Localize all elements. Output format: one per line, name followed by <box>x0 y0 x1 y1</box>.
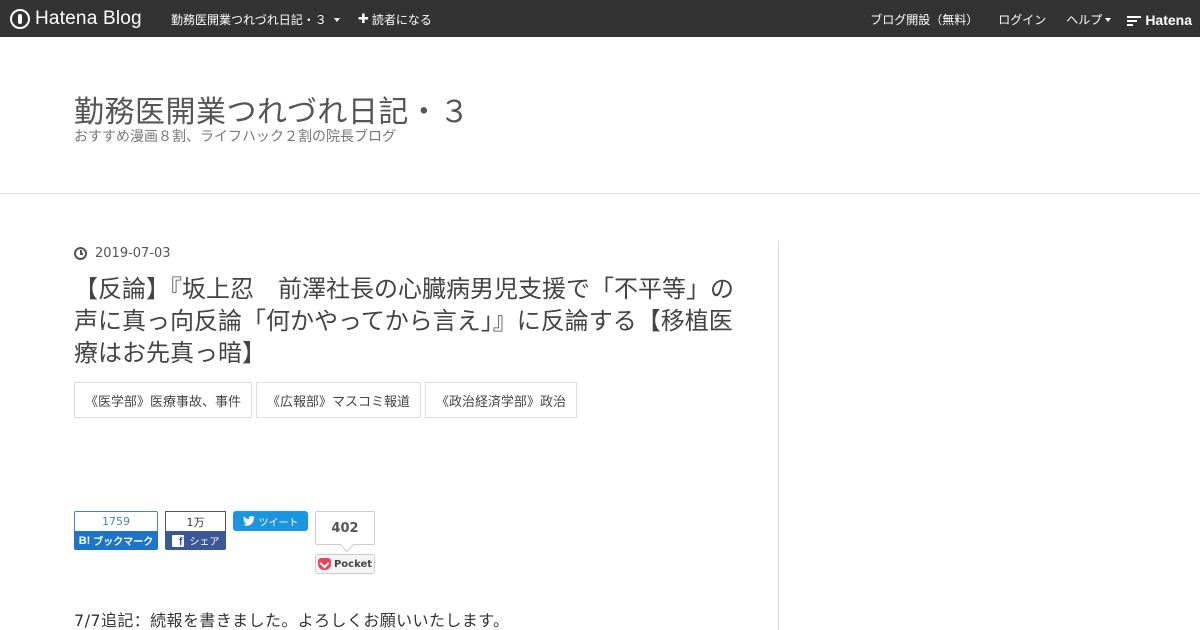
plus-icon: ✚ <box>358 11 369 27</box>
pocket-icon <box>317 558 331 570</box>
facebook-icon: f <box>171 534 184 547</box>
category-tag[interactable]: 《政治経済学部》政治 <box>425 382 578 418</box>
hatena-blog-logo-icon <box>10 8 30 29</box>
category-tag[interactable]: 《医学部》医療事故、事件 <box>74 382 253 418</box>
help-label: ヘルプ <box>1066 13 1103 27</box>
pocket-count: 402 <box>315 511 375 545</box>
blog-title[interactable]: 勤務医開業つれづれ日記・３ <box>74 87 470 131</box>
clock-icon <box>74 247 87 260</box>
hatena-link[interactable]: Hatena <box>1127 12 1192 28</box>
subscribe-label: 読者になる <box>371 13 432 27</box>
subscribe-button[interactable]: ✚ 読者になる <box>358 11 432 28</box>
hatena-bookmark-label-box: B! ブックマーク <box>74 531 158 550</box>
sidebar-divider <box>778 241 779 630</box>
share-buttons: 1759 B! ブックマーク 1万 f シェア ツイート 402 Pocket <box>74 511 394 575</box>
logo-text: Hatena Blog <box>35 7 142 29</box>
entry-date-label: 2019-07-03 <box>95 246 171 261</box>
entry-body-first-line: 7/7追記：続報を書きました。よろしくお願いいたします。 <box>74 611 510 630</box>
hatena-mark-icon <box>1127 15 1142 26</box>
twitter-tweet-button[interactable]: ツイート <box>233 511 308 531</box>
entry-date[interactable]: 2019-07-03 <box>74 246 171 261</box>
open-blog-link[interactable]: ブログ開設（無料） <box>870 11 978 28</box>
twitter-tweet-label: ツイート <box>258 517 299 529</box>
caret-down-icon <box>333 17 340 22</box>
login-link[interactable]: ログイン <box>998 11 1046 28</box>
help-menu[interactable]: ヘルプ <box>1066 11 1112 28</box>
hatena-bookmark-label: ブックマーク <box>93 537 154 548</box>
facebook-label-box: f シェア <box>165 531 226 550</box>
twitter-bird-icon <box>242 516 255 526</box>
blog-title-area: 勤務医開業つれづれ日記・３ おすすめ漫画８割、ライフハック２割の院長ブログ <box>0 37 1200 194</box>
facebook-share-count: 1万 <box>165 511 226 531</box>
category-tag[interactable]: 《広報部》マスコミ報道 <box>256 382 422 418</box>
header-right-nav: ブログ開設（無料） ログイン ヘルプ Hatena <box>850 11 1192 28</box>
caret-down-icon <box>1105 17 1112 22</box>
facebook-share-button[interactable]: 1万 f シェア <box>165 511 226 550</box>
entry-categories: 《医学部》医療事故、事件 《広報部》マスコミ報道 《政治経済学部》政治 <box>74 382 578 418</box>
pocket-button[interactable]: Pocket <box>315 554 375 574</box>
hatena-label: Hatena <box>1145 11 1192 28</box>
entry-title[interactable]: 【反論】『坂上忍 前澤社長の心臓病男児支援で「不平等」の声に真っ向反論「何かやっ… <box>74 273 744 369</box>
blog-name-label: 勤務医開業つれづれ日記・３ <box>171 13 327 27</box>
hatena-blog-logo[interactable]: Hatena Blog <box>10 7 142 30</box>
blog-name-menu[interactable]: 勤務医開業つれづれ日記・３ <box>171 11 340 28</box>
blog-description: おすすめ漫画８割、ライフハック２割の院長ブログ <box>74 129 396 145</box>
hatena-bookmark-icon: B! <box>78 534 91 547</box>
hatena-bookmark-count[interactable]: 1759 <box>74 511 158 531</box>
facebook-share-label: シェア <box>189 537 220 548</box>
pocket-label: Pocket <box>333 558 373 570</box>
global-header: Hatena Blog 勤務医開業つれづれ日記・３ ✚ 読者になる ブログ開設（… <box>0 0 1200 37</box>
hatena-bookmark-button[interactable]: 1759 B! ブックマーク <box>74 511 158 550</box>
